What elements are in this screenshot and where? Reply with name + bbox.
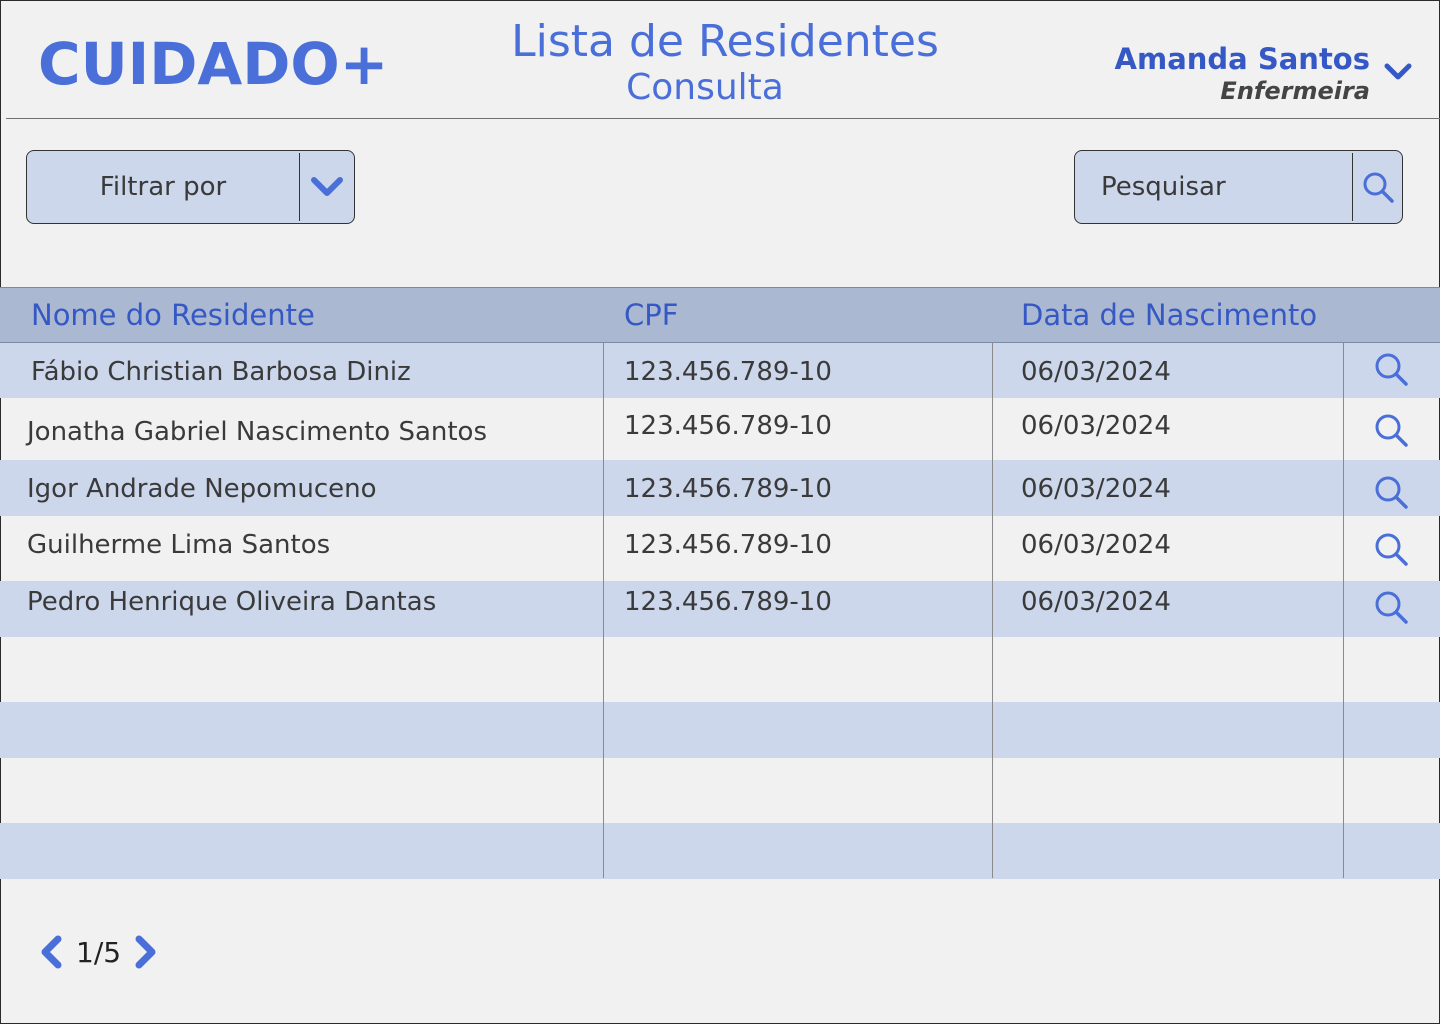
search-icon bbox=[1363, 172, 1394, 203]
user-menu[interactable]: Amanda Santos Enfermeira bbox=[1115, 42, 1370, 106]
search-button[interactable] bbox=[1353, 151, 1402, 223]
resident-birthdate: 06/03/2024 bbox=[1021, 357, 1171, 387]
resident-birthdate: 06/03/2024 bbox=[1021, 474, 1171, 504]
resident-birthdate: 06/03/2024 bbox=[1021, 587, 1171, 617]
search-box bbox=[1074, 150, 1403, 224]
search-icon[interactable] bbox=[1373, 531, 1409, 567]
table-header: Nome do Residente CPF Data de Nascimento bbox=[0, 287, 1440, 343]
resident-name: Jonatha Gabriel Nascimento Santos bbox=[27, 417, 488, 447]
chevron-down-icon bbox=[311, 177, 343, 196]
column-header-cpf[interactable]: CPF bbox=[624, 298, 678, 332]
chevron-right-icon[interactable] bbox=[131, 934, 161, 970]
pagination: 1/5 bbox=[36, 934, 161, 970]
resident-cpf: 123.456.789-10 bbox=[624, 587, 832, 617]
page-indicator: 1/5 bbox=[76, 935, 122, 969]
search-icon[interactable] bbox=[1373, 589, 1409, 625]
column-header-birthdate[interactable]: Data de Nascimento bbox=[1021, 298, 1317, 332]
filter-label: Filtrar por bbox=[99, 172, 227, 202]
search-icon[interactable] bbox=[1373, 474, 1409, 510]
resident-cpf: 123.456.789-10 bbox=[624, 530, 832, 560]
page-subtitle: Consulta bbox=[626, 67, 784, 108]
table-row[interactable]: Jonatha Gabriel Nascimento Santos 123.45… bbox=[0, 398, 1440, 460]
empty-row bbox=[0, 702, 1440, 758]
resident-name: Guilherme Lima Santos bbox=[27, 530, 331, 560]
page-title-block: Lista de Residentes Consulta bbox=[505, 16, 945, 108]
empty-row bbox=[0, 637, 1440, 702]
column-header-name[interactable]: Nome do Residente bbox=[31, 298, 315, 332]
filter-dropdown[interactable]: Filtrar por bbox=[26, 150, 355, 224]
search-icon[interactable] bbox=[1373, 351, 1409, 387]
chevron-down-icon[interactable] bbox=[1384, 62, 1412, 82]
app-logo: CUIDADO+ bbox=[38, 30, 389, 98]
table-row[interactable]: Fábio Christian Barbosa Diniz 123.456.78… bbox=[0, 343, 1440, 398]
user-role: Enfermeira bbox=[1220, 77, 1370, 105]
search-icon[interactable] bbox=[1373, 412, 1409, 448]
search-input[interactable] bbox=[1075, 151, 1352, 223]
user-name: Amanda Santos bbox=[1114, 42, 1370, 76]
filter-toggle-button[interactable] bbox=[300, 151, 354, 223]
table-row[interactable]: Guilherme Lima Santos 123.456.789-10 06/… bbox=[0, 516, 1440, 581]
resident-name: Igor Andrade Nepomuceno bbox=[27, 474, 377, 504]
resident-name: Pedro Henrique Oliveira Dantas bbox=[27, 587, 437, 617]
empty-row bbox=[0, 823, 1440, 879]
resident-cpf: 123.456.789-10 bbox=[624, 411, 832, 441]
resident-cpf: 123.456.789-10 bbox=[624, 357, 832, 387]
empty-row bbox=[0, 758, 1440, 823]
header-divider bbox=[6, 118, 1440, 119]
chevron-left-icon[interactable] bbox=[36, 934, 66, 970]
resident-birthdate: 06/03/2024 bbox=[1021, 530, 1171, 560]
table-row[interactable]: Igor Andrade Nepomuceno 123.456.789-10 0… bbox=[0, 460, 1440, 516]
table-row[interactable]: Pedro Henrique Oliveira Dantas 123.456.7… bbox=[0, 581, 1440, 637]
resident-birthdate: 06/03/2024 bbox=[1021, 411, 1171, 441]
residents-table: Nome do Residente CPF Data de Nascimento… bbox=[0, 287, 1440, 879]
resident-name: Fábio Christian Barbosa Diniz bbox=[31, 357, 411, 387]
resident-cpf: 123.456.789-10 bbox=[624, 474, 832, 504]
page-title: Lista de Residentes bbox=[511, 16, 939, 67]
